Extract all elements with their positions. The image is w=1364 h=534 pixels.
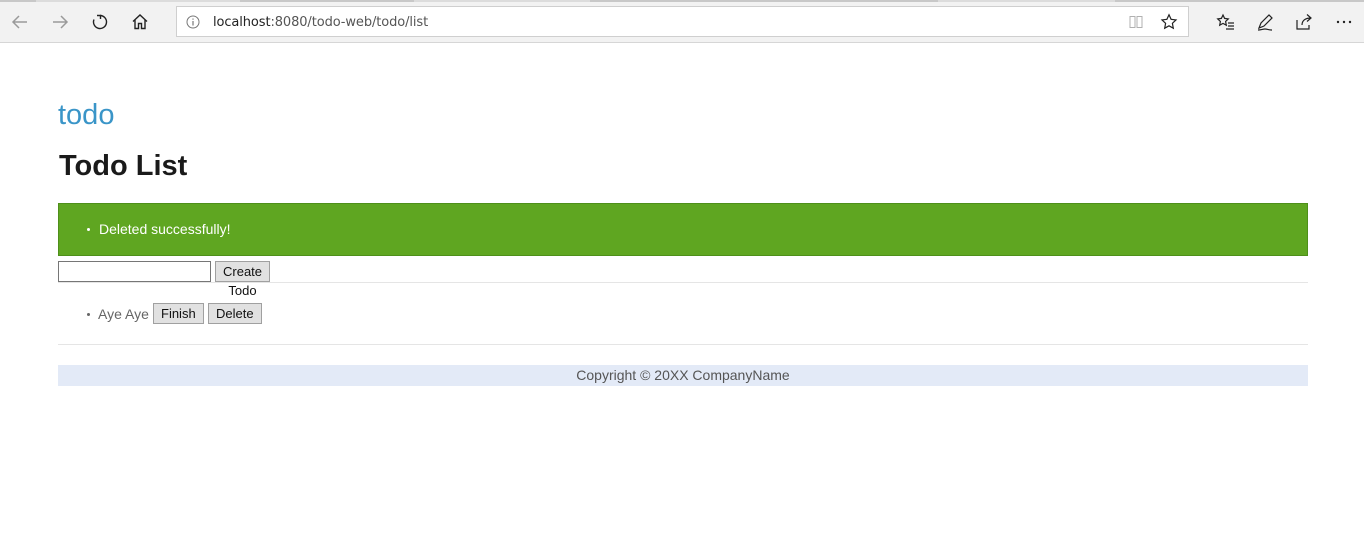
reading-view-icon[interactable] — [1128, 14, 1144, 30]
page-title: Todo List — [59, 150, 188, 182]
tab-strip — [0, 0, 1364, 2]
footer: Copyright © 20XX CompanyName — [58, 365, 1308, 386]
refresh-icon — [92, 14, 108, 30]
back-button[interactable] — [4, 6, 36, 38]
url-host: localhost — [213, 15, 271, 30]
star-icon[interactable] — [1160, 13, 1178, 31]
more-icon — [1336, 20, 1352, 24]
refresh-button[interactable] — [84, 6, 116, 38]
divider — [58, 344, 1308, 345]
share-button[interactable] — [1288, 6, 1320, 38]
favorites-list-icon — [1216, 13, 1234, 30]
todo-title: Aye Aye — [98, 306, 149, 322]
url-text[interactable]: localhost:8080/todo-web/todo/list — [213, 15, 428, 30]
todo-list: Aye Aye Finish Delete — [58, 303, 1308, 325]
info-icon[interactable] — [186, 15, 200, 29]
finish-button[interactable]: Finish — [153, 303, 204, 324]
forward-button[interactable] — [44, 6, 76, 38]
address-bar[interactable]: localhost:8080/todo-web/todo/list — [176, 6, 1189, 37]
notes-button[interactable] — [1249, 6, 1281, 38]
delete-button[interactable]: Delete — [208, 303, 262, 324]
brand-link[interactable]: todo — [58, 99, 114, 132]
pen-icon — [1257, 14, 1273, 31]
favorites-button[interactable] — [1210, 6, 1242, 38]
home-button[interactable] — [124, 6, 156, 38]
alert-message: Deleted successfully! — [87, 222, 1307, 236]
create-todo-button[interactable]: Create Todo — [215, 261, 271, 298]
home-icon — [132, 14, 148, 30]
browser-toolbar: localhost:8080/todo-web/todo/list — [0, 0, 1364, 43]
todo-item: Aye Aye Finish Delete — [58, 303, 1308, 325]
share-icon — [1296, 14, 1312, 30]
bullet — [87, 313, 90, 316]
divider — [58, 282, 1308, 283]
url-path: :8080/todo-web/todo/list — [270, 15, 429, 30]
more-button[interactable] — [1328, 6, 1360, 38]
back-arrow-icon — [11, 15, 27, 29]
success-alert: Deleted successfully! — [58, 203, 1308, 256]
alert-message-list: Deleted successfully! — [59, 222, 1307, 236]
forward-arrow-icon — [53, 15, 69, 29]
todo-title-input[interactable] — [58, 261, 211, 282]
